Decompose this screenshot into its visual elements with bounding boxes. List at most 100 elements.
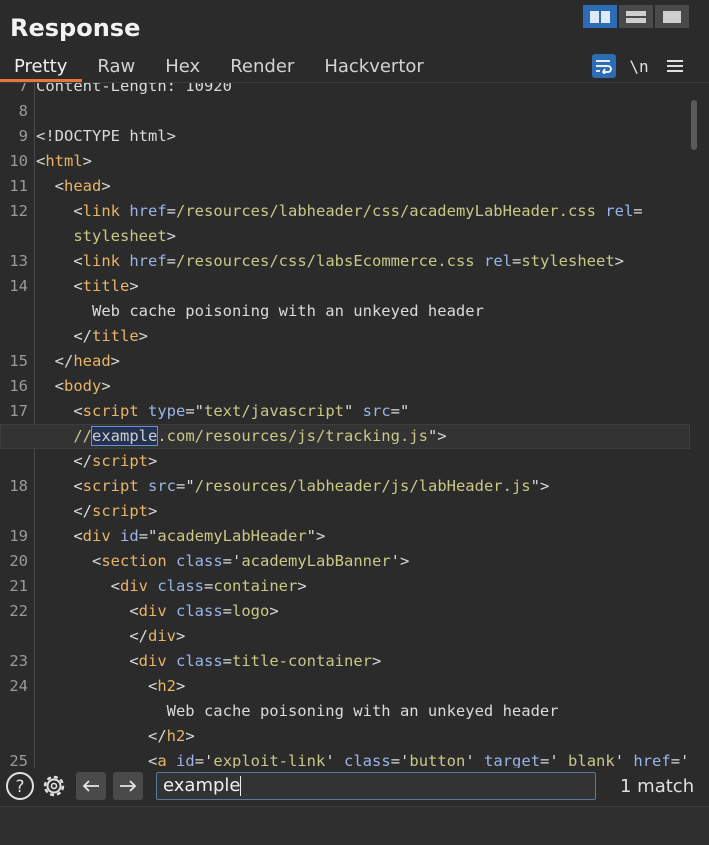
code-token: " [344, 402, 363, 420]
code-editor[interactable]: 7 Content-Length: 10920 8 9 <!DOCTYPE html> 1… [0, 83, 709, 768]
code-line: 24 <h2> [0, 674, 690, 699]
code-token: title-container [232, 652, 372, 670]
svg-text:?: ? [15, 777, 24, 797]
tab-hackvertor[interactable]: Hackvertor [309, 52, 438, 82]
code-token: > [148, 452, 158, 470]
search-input[interactable]: example [156, 772, 596, 800]
code-token: link [82, 202, 120, 220]
vertical-scrollbar[interactable] [691, 100, 697, 150]
code-token: = [166, 252, 177, 270]
code-text: <a id='exploit-link' class='button' targ… [36, 749, 689, 768]
code-token: src [362, 402, 391, 420]
code-token: > [297, 577, 307, 595]
code-token: html [45, 152, 83, 170]
tab-hex[interactable]: Hex [150, 52, 215, 82]
code-token: < [36, 177, 64, 195]
code-token: stylesheet [521, 252, 615, 270]
line-number: 7 [18, 83, 28, 95]
tab-render[interactable]: Render [215, 52, 309, 82]
code-token: > [372, 652, 382, 670]
line-number: 20 [9, 552, 28, 570]
text-caret [240, 776, 242, 796]
line-number: 25 [9, 752, 28, 768]
status-bar [0, 806, 709, 845]
code-line: 8 [0, 99, 690, 124]
split-vertical-view-button[interactable] [619, 5, 653, 28]
code-token: ' [614, 752, 634, 768]
tab-pretty[interactable]: Pretty [0, 52, 83, 82]
next-match-button[interactable] [113, 772, 143, 800]
word-wrap-button[interactable] [592, 54, 616, 78]
code-token: = [222, 652, 233, 670]
code-text: </div> [36, 624, 185, 649]
code-token: academyLabBanner [241, 552, 391, 570]
code-line: 13 <link href=/resources/css/labsEcommer… [0, 249, 690, 274]
code-token: div [82, 527, 111, 545]
menu-button[interactable] [662, 54, 688, 78]
code-line: </script> [0, 449, 690, 474]
code-text: <div id="academyLabHeader"> [36, 524, 325, 549]
code-token: > [614, 252, 624, 270]
code-token: "> [427, 427, 447, 445]
code-token: h2 [157, 677, 176, 695]
code-token: script [82, 477, 139, 495]
line-number: 15 [9, 352, 28, 370]
code-token: target [484, 752, 541, 768]
previous-match-button[interactable] [76, 772, 106, 800]
code-token: < [36, 652, 139, 670]
code-token: =' [194, 752, 214, 768]
code-token: < [36, 377, 64, 395]
line-number: 19 [9, 527, 28, 545]
code-line: 25 <a id='exploit-link' class='button' t… [0, 749, 690, 768]
code-line: Web cache poisoning with an unkeyed head… [0, 699, 690, 724]
code-token: section [101, 552, 167, 570]
code-line: Web cache poisoning with an unkeyed head… [0, 299, 690, 324]
code-text: <html> [36, 149, 92, 174]
editor-tools: \n [592, 54, 698, 78]
split-horizontal-view-button[interactable] [583, 5, 617, 28]
code-token: id [176, 752, 195, 768]
code-token: script [82, 402, 139, 420]
code-token: title [92, 327, 139, 345]
tab-raw[interactable]: Raw [82, 52, 150, 82]
code-text: Content-Length: 10920 [36, 83, 232, 99]
code-text: <link href=/resources/css/labsEcommerce.… [36, 249, 624, 274]
code-text: </head> [36, 349, 120, 374]
code-token: > [129, 277, 139, 295]
single-view-button[interactable] [655, 5, 689, 28]
code-token: h2 [166, 727, 186, 745]
line-number: 9 [18, 127, 28, 145]
code-line: stylesheet> [0, 224, 690, 249]
help-button[interactable]: ? [4, 772, 36, 800]
code-token: script [92, 452, 148, 470]
line-number: 12 [9, 202, 28, 220]
code-token: </ [36, 327, 92, 345]
show-newlines-button[interactable]: \n [626, 54, 652, 78]
settings-button[interactable] [38, 772, 70, 800]
code-line: 9 <!DOCTYPE html> [0, 124, 690, 149]
code-token: exploit-link [213, 752, 326, 768]
code-token: head [64, 177, 102, 195]
code-token: // [36, 427, 92, 445]
code-line: 10 <html> [0, 149, 690, 174]
code-line: 23 <div class=title-container> [0, 649, 690, 674]
code-token: Web cache poisoning with an unkeyed head… [36, 702, 559, 720]
code-line: 12 <link href=/resources/labheader/css/a… [0, 199, 690, 224]
code-token: div [120, 577, 148, 595]
code-line: 18 <script src="/resources/labheader/js/… [0, 474, 690, 499]
code-text: Web cache poisoning with an unkeyed head… [36, 299, 484, 324]
code-token: href [129, 202, 167, 220]
code-token: type [148, 402, 186, 420]
single-pane-icon [663, 10, 681, 23]
code-token: class [176, 552, 223, 570]
code-token: class [344, 752, 391, 768]
code-token: div [147, 627, 176, 645]
code-token: .com/resources/js/tracking.js [157, 427, 428, 445]
line-number: 18 [9, 477, 28, 495]
code-token: ' [465, 752, 485, 768]
code-token: script [92, 502, 148, 520]
